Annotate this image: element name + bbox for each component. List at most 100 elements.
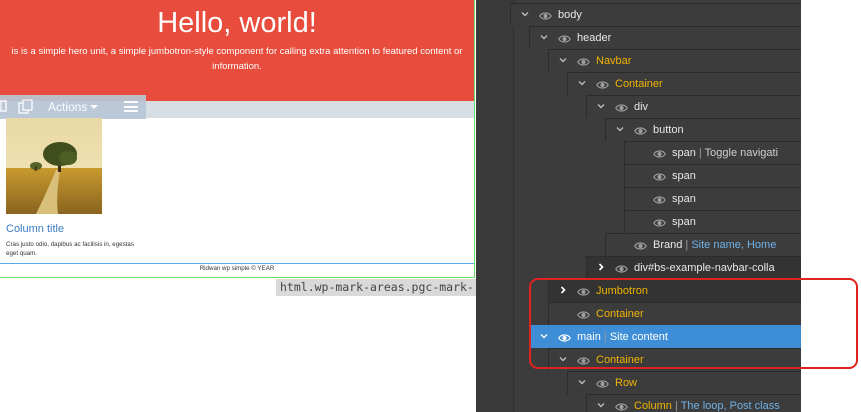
selected-element-tooltip: html.wp-mark-areas.pgc-mark-...	[276, 279, 476, 296]
eye-icon[interactable]	[653, 170, 666, 182]
hero-text: is is a simple hero unit, a simple jumbo…	[0, 44, 474, 74]
layer-row[interactable]: Container	[567, 72, 801, 95]
chevron-down-icon[interactable]	[520, 9, 530, 19]
layer-label: Navbar	[596, 54, 631, 68]
chevron-right-icon[interactable]	[596, 262, 606, 272]
layer-name: span	[672, 170, 696, 182]
layer-name: span	[672, 193, 696, 205]
grid-icon[interactable]	[0, 99, 8, 117]
chevron-down-icon[interactable]	[558, 55, 568, 65]
layer-separator: |	[600, 331, 610, 343]
layer-name: Jumbotron	[596, 285, 648, 297]
menu-icon[interactable]	[124, 101, 138, 112]
chevron-down-icon[interactable]	[577, 78, 587, 88]
eye-icon[interactable]	[577, 354, 590, 366]
layer-row[interactable]: Row	[567, 371, 801, 394]
layer-name: span	[672, 147, 696, 159]
actions-dropdown[interactable]: Actions	[48, 100, 99, 114]
eye-icon[interactable]	[653, 216, 666, 228]
layer-row[interactable]: Container	[548, 348, 801, 371]
eye-icon[interactable]	[615, 262, 628, 274]
layer-row[interactable]: span | Toggle navigati	[624, 141, 801, 164]
eye-icon[interactable]	[539, 9, 552, 21]
layer-label: span | Toggle navigati	[672, 146, 778, 160]
layer-row[interactable]: body	[510, 3, 801, 26]
layer-row[interactable]: span	[624, 187, 801, 210]
chevron-down-icon[interactable]	[596, 400, 606, 410]
element-toolbar[interactable]: Actions	[0, 95, 146, 119]
layer-name: Column	[634, 400, 672, 412]
eye-icon[interactable]	[634, 124, 647, 136]
layer-name: span	[672, 216, 696, 228]
chevron-down-icon[interactable]	[558, 354, 568, 364]
layer-separator: |	[682, 239, 692, 251]
layer-label: Jumbotron	[596, 284, 648, 298]
layer-name: header	[577, 32, 612, 44]
layer-row[interactable]: button	[605, 118, 801, 141]
layer-name: Row	[615, 377, 638, 389]
layer-label: div#bs-example-navbar-colla	[634, 261, 775, 275]
layer-label: Container	[615, 77, 663, 91]
eye-icon[interactable]	[577, 285, 590, 297]
layer-name: main	[577, 331, 601, 343]
layer-row[interactable]: Container	[548, 302, 801, 325]
chevron-down-icon[interactable]	[539, 331, 549, 341]
hero-title: Hello, world!	[157, 7, 317, 39]
layer-label: body	[558, 8, 582, 22]
layer-label: button	[653, 123, 684, 137]
layer-row[interactable]: span	[624, 210, 801, 233]
layer-row[interactable]: div	[586, 95, 801, 118]
eye-icon[interactable]	[615, 400, 628, 412]
layer-row[interactable]: Navbar	[548, 49, 801, 72]
chevron-down-icon[interactable]	[596, 101, 606, 111]
layer-label: span	[672, 215, 696, 229]
layer-row[interactable]: header	[529, 26, 801, 49]
layer-tree-panel[interactable]: body header Navbar Container div button span |…	[476, 0, 801, 412]
layer-name: Brand	[653, 239, 683, 251]
layer-name: button	[653, 124, 684, 136]
layer-label: Column | The loop, Post class	[634, 399, 780, 412]
screen: Hello, world! is is a simple hero unit, …	[0, 0, 861, 412]
layer-name: body	[558, 9, 582, 21]
eye-icon[interactable]	[558, 32, 571, 44]
eye-icon[interactable]	[653, 193, 666, 205]
layer-row[interactable]: span	[624, 164, 801, 187]
layer-description: Site name, Home	[691, 239, 777, 251]
page-preview[interactable]: Hello, world! is is a simple hero unit, …	[0, 0, 476, 412]
layer-label: span	[672, 169, 696, 183]
layer-label: Brand | Site name, Home	[653, 238, 776, 252]
panel-gutter-divider	[513, 0, 514, 412]
chevron-down-icon	[90, 105, 99, 109]
layer-row[interactable]: Jumbotron	[548, 279, 801, 302]
chevron-down-icon[interactable]	[539, 32, 549, 42]
eye-icon[interactable]	[558, 331, 571, 343]
layer-separator: |	[695, 147, 705, 159]
blank-area	[801, 0, 861, 412]
chevron-down-icon[interactable]	[577, 377, 587, 387]
eye-icon[interactable]	[615, 101, 628, 113]
eye-icon[interactable]	[596, 377, 609, 389]
column-text: Cras justo odio, dapibus ac facilisis in…	[6, 241, 134, 257]
layer-label: main | Site content	[577, 330, 668, 344]
eye-icon[interactable]	[577, 308, 590, 320]
eye-icon[interactable]	[596, 78, 609, 90]
layer-label: Container	[596, 307, 644, 321]
layer-name: Container	[596, 354, 644, 366]
eye-icon[interactable]	[653, 147, 666, 159]
eye-icon[interactable]	[634, 239, 647, 251]
eye-icon[interactable]	[577, 55, 590, 67]
layer-description: Site content	[609, 331, 668, 343]
layer-row[interactable]: div#bs-example-navbar-colla	[586, 256, 801, 279]
jumbotron-hero[interactable]: Hello, world! is is a simple hero unit, …	[0, 0, 474, 101]
chevron-down-icon[interactable]	[615, 124, 625, 134]
chevron-right-icon[interactable]	[558, 285, 568, 295]
column-title[interactable]: Column title	[6, 222, 64, 236]
layer-row[interactable]: main | Site content	[529, 325, 801, 348]
layer-label: span	[672, 192, 696, 206]
layer-label: header	[577, 31, 611, 45]
layer-row[interactable]: Brand | Site name, Home	[605, 233, 801, 256]
layer-name: Container	[615, 78, 663, 90]
layer-name: div#bs-example-navbar-colla	[634, 262, 775, 274]
layer-row[interactable]: Column | The loop, Post class	[586, 394, 801, 412]
copy-icon[interactable]	[18, 99, 34, 118]
